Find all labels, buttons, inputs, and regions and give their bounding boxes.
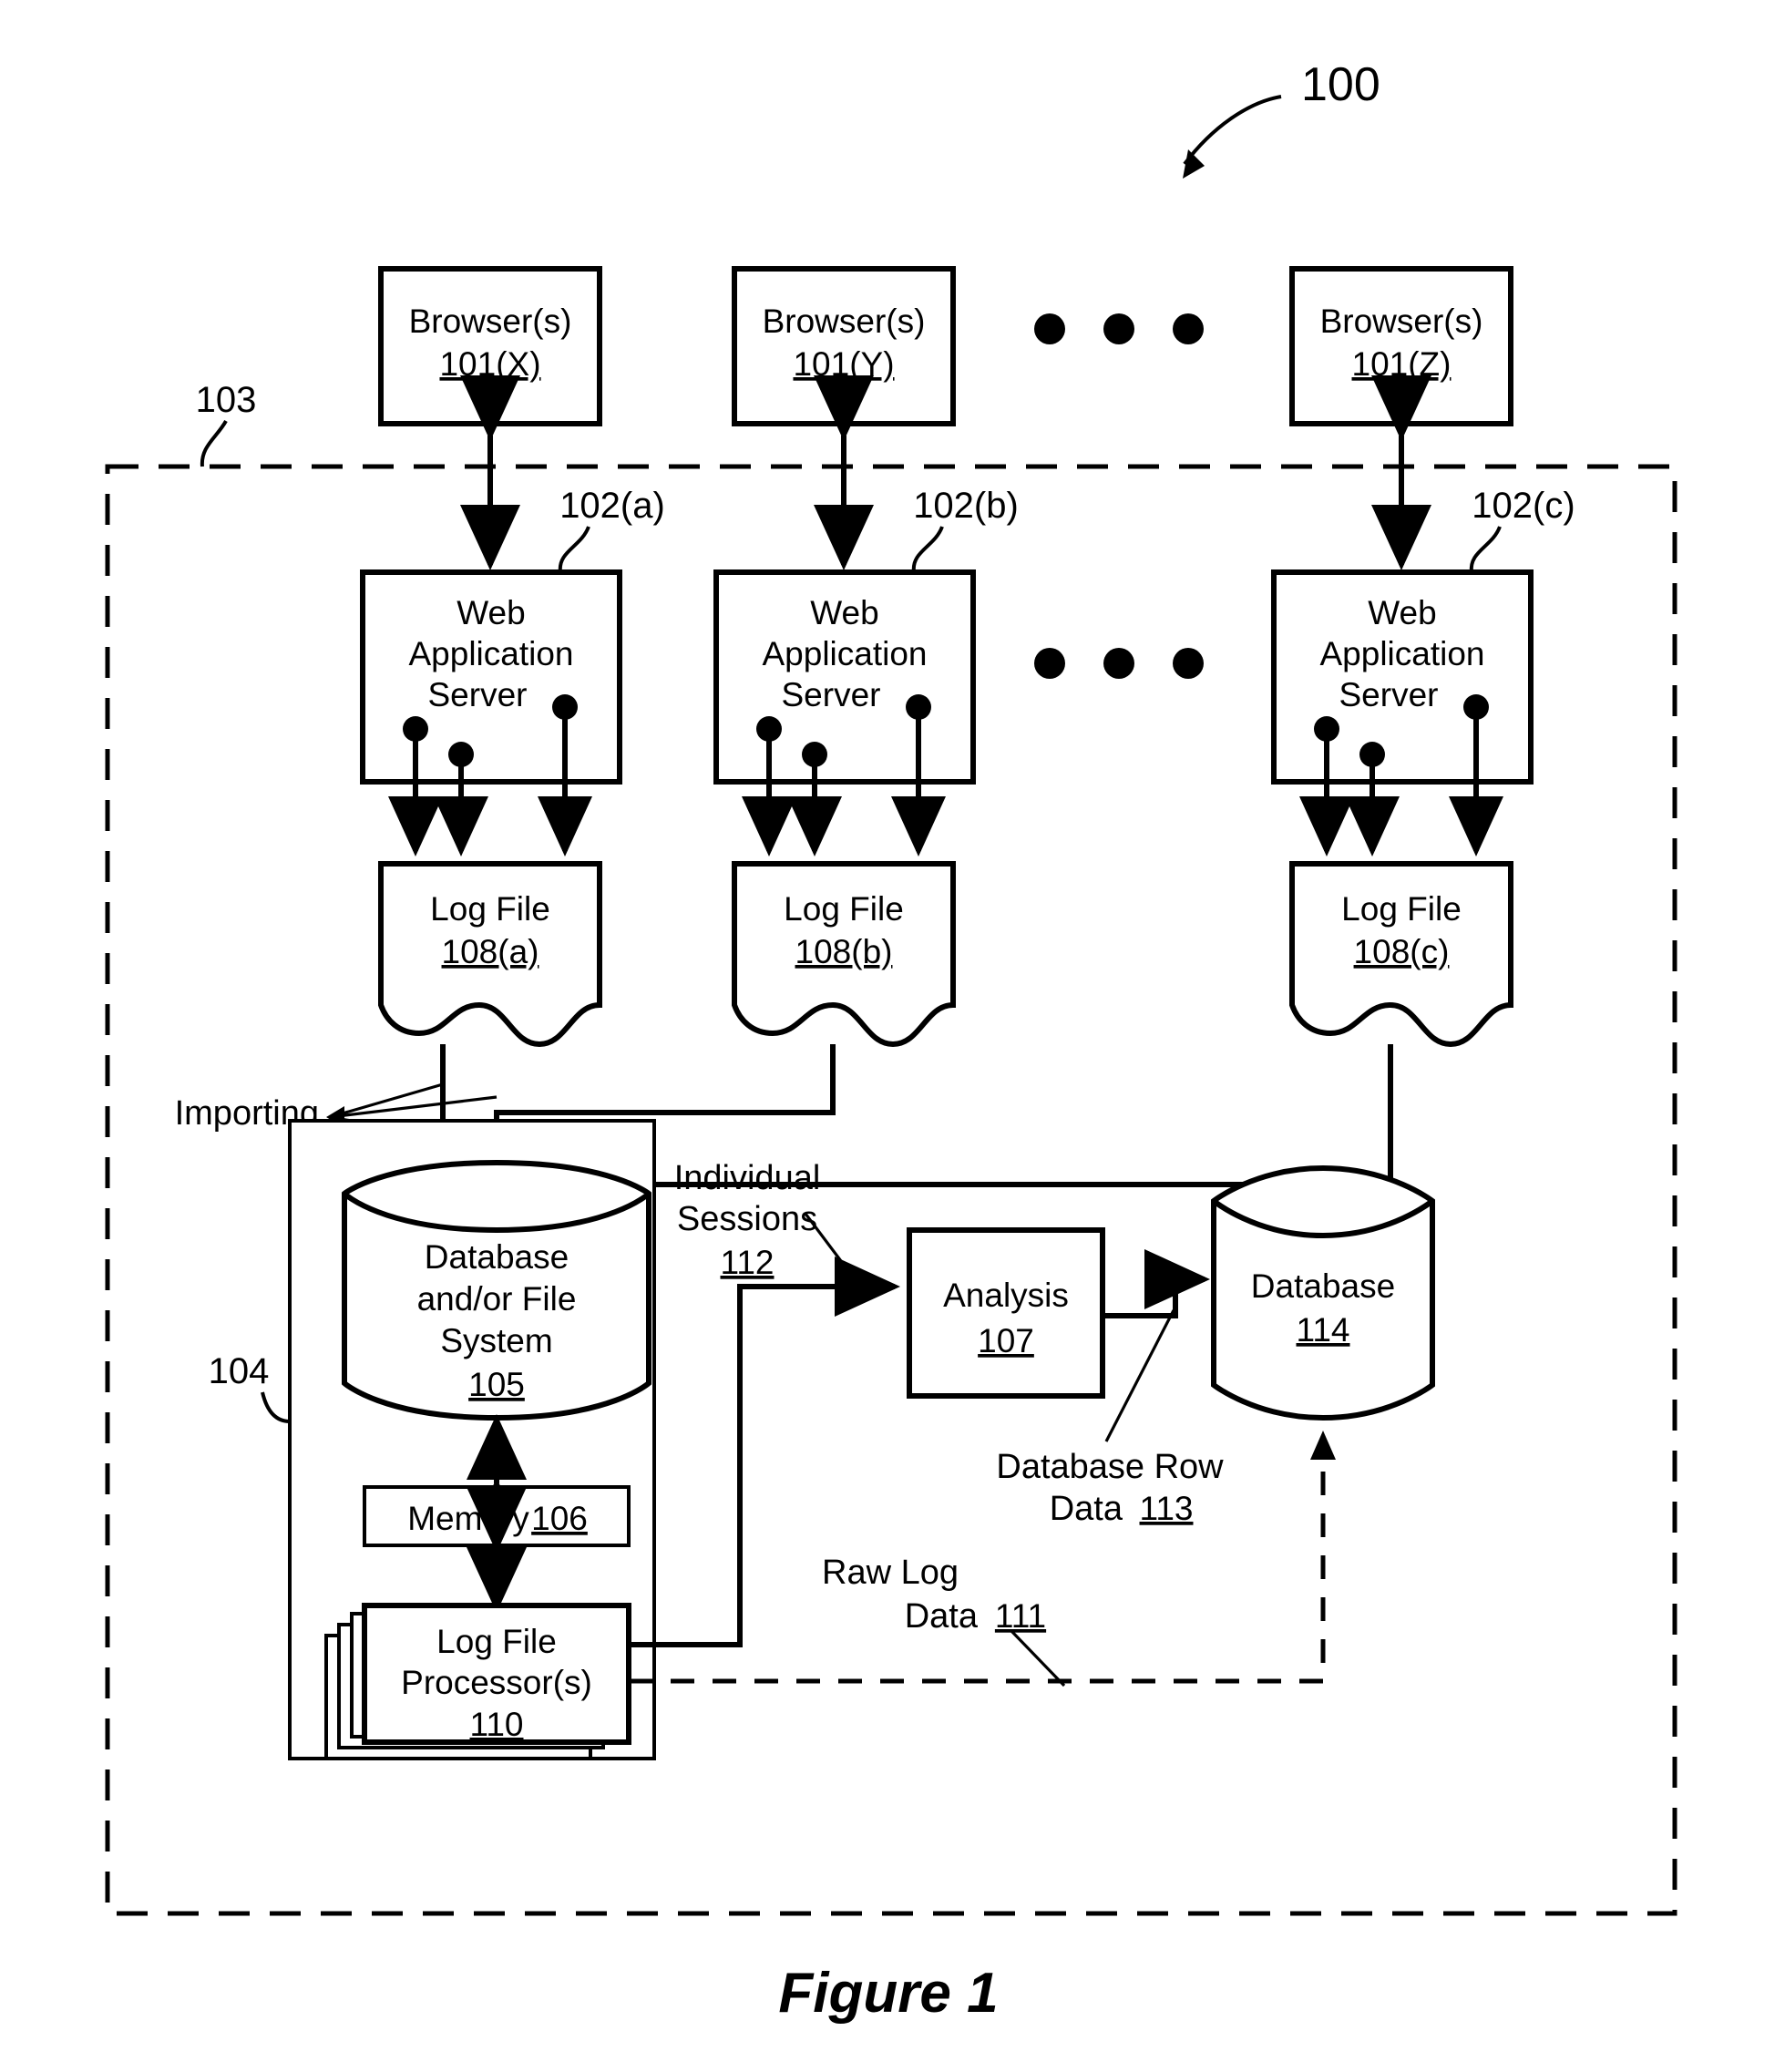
analysis-107[interactable]: Analysis 107 (907, 1227, 1105, 1399)
analysis-ref: 107 (978, 1322, 1034, 1359)
browser-y-label: Browser(s) (763, 303, 926, 340)
browser-x-ref: 101(X) (439, 345, 540, 383)
boundary-103-leader (200, 419, 228, 467)
browser-y-ref: 101(Y) (793, 345, 894, 383)
database-row-data-path (1104, 1249, 1210, 1318)
analysis-label: Analysis (943, 1277, 1069, 1314)
figure-caption: Figure 1 (778, 1962, 998, 2025)
datastore-ref: 105 (468, 1366, 525, 1403)
individual-sessions-ref: 112 (721, 1244, 775, 1281)
raw-log-data-ref: 111 (995, 1597, 1046, 1635)
browser-box-y[interactable]: Browser(s) 101(Y) (732, 266, 956, 426)
db-row-data-ref: 113 (1140, 1490, 1194, 1527)
log-file-a[interactable]: Log File 108(a) (378, 861, 602, 1048)
datastore-line3: System (440, 1322, 552, 1359)
memory-label: Memory (407, 1500, 529, 1537)
boundary-ref-103: 103 (196, 380, 257, 420)
raw-log-data-path (629, 1458, 1326, 1684)
individual-sessions-l1: Individual (674, 1159, 821, 1197)
browser-box-x[interactable]: Browser(s) 101(X) (378, 266, 602, 426)
raw-log-data-arrowhead (1310, 1431, 1336, 1460)
browser-row-ellipsis (1034, 313, 1204, 344)
web-application-server-b[interactable]: Web Application Server (713, 569, 976, 785)
log-processor-line1: Log File (436, 1623, 557, 1660)
boundary-ref-104: 104 (209, 1351, 270, 1391)
memory-106[interactable]: Memory 106 (363, 1485, 631, 1547)
log-file-b[interactable]: Log File 108(b) (732, 861, 956, 1048)
browser-box-z[interactable]: Browser(s) 101(Z) (1289, 266, 1513, 426)
browser-z-ref: 101(Z) (1352, 345, 1452, 383)
log-processor-line2: Processor(s) (401, 1664, 592, 1701)
server-a-ref: 102(a) (559, 486, 665, 526)
database-114-ref: 114 (1297, 1311, 1350, 1349)
database-row-data-leader (1104, 1309, 1175, 1442)
log-file-processors-110[interactable]: Log File Processor(s) 110 (324, 1603, 631, 1760)
server-b-ref-leader (911, 526, 944, 573)
raw-log-data-l2: Data (905, 1597, 979, 1636)
server-c-line2: Application (1319, 635, 1484, 672)
server-row-ellipsis (1034, 648, 1204, 679)
individual-sessions-l2: Sessions (677, 1200, 817, 1238)
database-114-label: Database (1251, 1267, 1395, 1305)
log-file-b-ref: 108(b) (795, 933, 893, 970)
log-processor-ref: 110 (470, 1706, 524, 1743)
web-application-server-c[interactable]: Web Application Server (1271, 569, 1534, 785)
system-ref-number: 100 (1301, 58, 1380, 111)
database-114[interactable]: Database 114 (1211, 1164, 1435, 1421)
log-file-a-ref: 108(a) (442, 933, 539, 970)
patent-figure-page: 100 103 Browser(s) 101(X) Browser(s) 101… (0, 0, 1785, 2072)
raw-log-data-leader (1010, 1629, 1066, 1687)
db-row-data-l1: Database Row (996, 1448, 1224, 1486)
server-c-ref-leader (1469, 526, 1502, 573)
log-file-b-label: Log File (784, 890, 904, 928)
memory-ref: 106 (531, 1500, 588, 1537)
database-file-system-105[interactable]: Database and/or File System 105 (342, 1159, 651, 1421)
server-a-line3: Server (428, 676, 528, 713)
log-file-c-label: Log File (1341, 890, 1462, 928)
datastore-line2: and/or File (417, 1280, 577, 1318)
web-application-server-a[interactable]: Web Application Server (360, 569, 622, 785)
raw-log-data-l1: Raw Log (822, 1554, 959, 1592)
boundary-104-leader (261, 1391, 291, 1423)
server-a-line2: Application (408, 635, 573, 672)
system-ref-pointer (1183, 95, 1282, 179)
server-b-ref: 102(b) (913, 486, 1019, 526)
log-file-a-label: Log File (430, 890, 550, 928)
server-a-line1: Web (457, 594, 525, 631)
server-b-line2: Application (762, 635, 927, 672)
browser-x-label: Browser(s) (409, 303, 572, 340)
server-c-ref: 102(c) (1472, 486, 1575, 526)
browser-z-label: Browser(s) (1320, 303, 1483, 340)
server-c-line1: Web (1368, 594, 1436, 631)
server-b-line3: Server (782, 676, 881, 713)
server-c-line3: Server (1339, 676, 1439, 713)
system-architecture-diagram: 100 103 Browser(s) 101(X) Browser(s) 101… (105, 58, 1677, 2025)
datastore-line1: Database (425, 1238, 569, 1276)
server-a-ref-leader (558, 526, 590, 573)
log-file-c-ref: 108(c) (1354, 933, 1450, 970)
server-b-line1: Web (810, 594, 878, 631)
log-file-c[interactable]: Log File 108(c) (1289, 861, 1513, 1048)
db-row-data-l2: Data (1050, 1490, 1123, 1528)
